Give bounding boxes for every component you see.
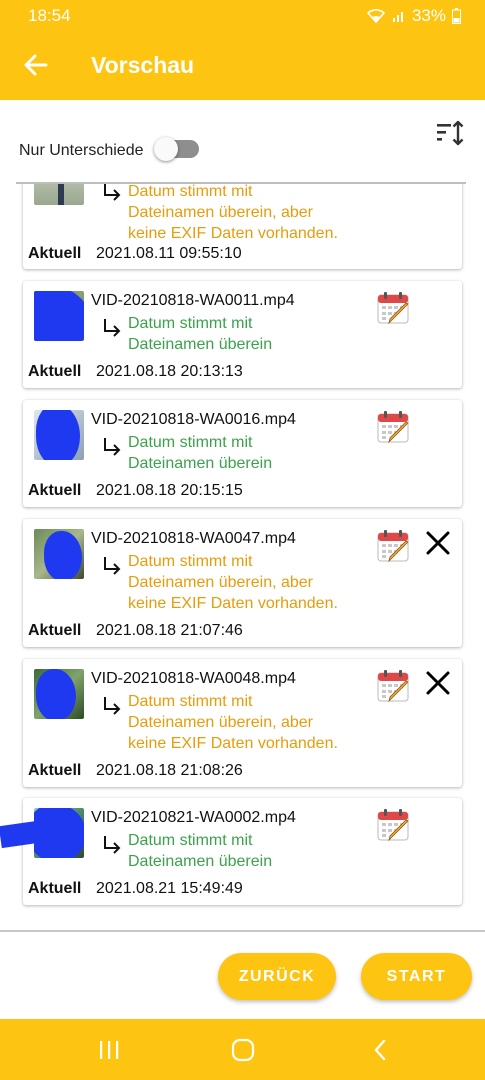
file-name: VID-20210818-WA0047.mp4	[91, 530, 296, 547]
page-title: Vorschau	[91, 52, 195, 78]
status-message: Datum stimmt mit Dateinamen überein, abe…	[128, 553, 338, 612]
arrow-down-right-icon	[104, 836, 121, 854]
file-name: VID-20210818-WA0016.mp4	[91, 411, 296, 428]
back-chevron-icon[interactable]	[368, 1037, 394, 1063]
list-bottom-divider	[0, 930, 485, 932]
redaction-blot	[44, 531, 82, 579]
wifi-icon	[366, 9, 386, 24]
battery-percent: 33%	[411, 6, 446, 25]
current-date: 2021.08.11 09:55:10	[96, 245, 242, 262]
calendar-edit-icon[interactable]	[376, 290, 412, 326]
arrow-down-right-icon	[104, 557, 121, 575]
status-message: Datum stimmt mit Dateinamen überein	[128, 434, 273, 472]
current-label: Aktuell	[28, 363, 82, 380]
current-date: 2021.08.18 20:13:13	[96, 363, 243, 380]
thumbnail-figure	[58, 184, 64, 205]
video-thumbnail	[34, 669, 84, 719]
calendar-edit-icon[interactable]	[376, 528, 412, 564]
status-message: Datum stimmt mit Dateinamen überein, abe…	[128, 184, 338, 242]
video-thumbnail	[34, 529, 84, 579]
close-icon[interactable]	[424, 669, 452, 697]
back-button[interactable]: ZURÜCK	[218, 953, 336, 1000]
current-date: 2021.08.18 20:15:15	[96, 482, 243, 499]
calendar-edit-icon[interactable]	[376, 807, 412, 843]
redaction-blot	[36, 669, 76, 719]
current-label: Aktuell	[28, 245, 82, 262]
file-name: VID-20210818-WA0048.mp4	[91, 670, 296, 687]
system-nav-bar	[0, 1019, 485, 1080]
arrow-down-right-icon	[104, 697, 121, 715]
arrow-down-right-icon	[104, 319, 121, 337]
recents-icon[interactable]	[96, 1037, 122, 1063]
video-thumbnail	[34, 291, 84, 341]
redaction-blot	[36, 410, 80, 460]
redaction-blot	[34, 291, 84, 341]
file-name: VID-20210818-WA0011.mp4	[91, 292, 295, 309]
calendar-edit-icon[interactable]	[376, 668, 412, 704]
list-item[interactable]: Datum stimmt mit Dateinamen überein, abe…	[23, 184, 462, 269]
clock: 18:54	[28, 6, 71, 25]
current-label: Aktuell	[28, 482, 82, 499]
sort-icon[interactable]	[434, 120, 466, 148]
status-icons: 33%	[366, 6, 461, 26]
app-bar: Vorschau	[0, 34, 485, 100]
filter-label: Nur Unterschiede	[19, 142, 144, 159]
list-item[interactable]: VID-20210818-WA0047.mp4 Datum stimmt mit…	[23, 519, 462, 647]
start-button[interactable]: START	[361, 953, 472, 1000]
list-item[interactable]: VID-20210818-WA0016.mp4 Datum stimmt mit…	[23, 400, 462, 507]
current-label: Aktuell	[28, 622, 82, 639]
status-bar: 18:54 33%	[0, 0, 485, 34]
current-date: 2021.08.18 21:08:26	[96, 762, 243, 779]
list-item[interactable]: VID-20210818-WA0011.mp4 Datum stimmt mit…	[23, 281, 462, 388]
current-label: Aktuell	[28, 762, 82, 779]
filter-row: Nur Unterschiede	[0, 100, 485, 182]
current-date: 2021.08.18 21:07:46	[96, 622, 243, 639]
close-icon[interactable]	[424, 529, 452, 557]
arrow-down-right-icon	[104, 438, 121, 456]
file-name: VID-20210821-WA0002.mp4	[91, 809, 296, 826]
video-thumbnail	[34, 184, 84, 205]
differences-only-toggle[interactable]	[154, 137, 199, 161]
current-label: Aktuell	[28, 880, 82, 897]
list-item[interactable]: VID-20210821-WA0002.mp4 Datum stimmt mit…	[23, 798, 462, 905]
calendar-edit-icon[interactable]	[376, 409, 412, 445]
home-icon[interactable]	[230, 1037, 256, 1063]
video-thumbnail	[34, 410, 84, 460]
list-item[interactable]: VID-20210818-WA0048.mp4 Datum stimmt mit…	[23, 659, 462, 787]
status-message: Datum stimmt mit Dateinamen überein	[128, 832, 273, 870]
battery-icon	[452, 8, 461, 24]
toggle-knob	[154, 137, 178, 161]
arrow-left-icon[interactable]	[22, 50, 50, 80]
preview-list[interactable]: Datum stimmt mit Dateinamen überein, abe…	[0, 184, 485, 930]
current-date: 2021.08.21 15:49:49	[96, 880, 243, 897]
signal-icon	[392, 12, 403, 22]
status-message: Datum stimmt mit Dateinamen überein, abe…	[128, 693, 338, 752]
status-message: Datum stimmt mit Dateinamen überein	[128, 315, 273, 353]
arrow-down-right-icon	[104, 184, 121, 201]
